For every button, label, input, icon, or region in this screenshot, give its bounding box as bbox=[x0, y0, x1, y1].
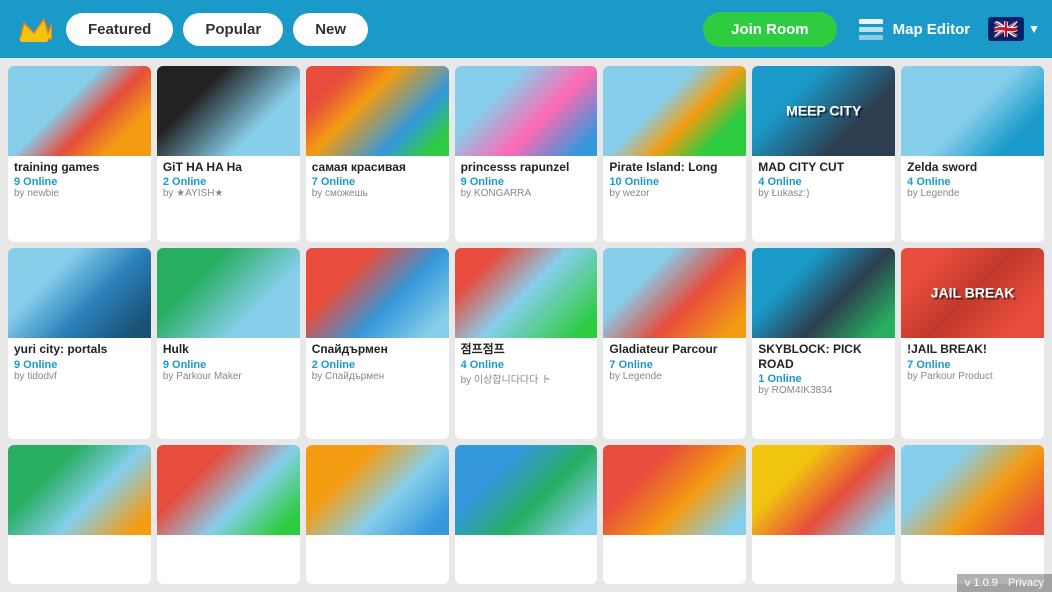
game-online-count: 1 Online bbox=[758, 373, 889, 385]
game-card[interactable]: training games 9 Onlineby newbie bbox=[8, 66, 151, 242]
game-card[interactable]: 점프점프 4 Onlineby 이상합니다다다 ト bbox=[455, 248, 598, 439]
game-card[interactable] bbox=[752, 445, 895, 584]
game-card[interactable]: MEEP CITY MAD CITY CUT 4 Onlineby Łukasz:) bbox=[752, 66, 895, 242]
game-title: training games bbox=[14, 160, 145, 174]
game-card[interactable]: yuri city: portals 9 Onlineby tidodvf bbox=[8, 248, 151, 439]
game-card[interactable]: SKYBLOCK: PICK ROAD 1 Onlineby ROM4IK3834 bbox=[752, 248, 895, 439]
popular-button[interactable]: Popular bbox=[183, 13, 283, 46]
language-button[interactable]: 🇬🇧 ▼ bbox=[988, 17, 1040, 41]
game-online-count: 4 Online bbox=[758, 176, 889, 188]
game-online-count: 2 Online bbox=[312, 359, 443, 371]
game-online-count: 2 Online bbox=[163, 176, 294, 188]
game-author: by Parkour Maker bbox=[163, 371, 294, 382]
game-author: by Legende bbox=[907, 188, 1038, 199]
game-title: SKYBLOCK: PICK ROAD bbox=[758, 342, 889, 371]
game-online-count: 9 Online bbox=[163, 359, 294, 371]
game-title: самая красивая bbox=[312, 160, 443, 174]
header: Featured Popular New Join Room Map Edito… bbox=[0, 0, 1052, 58]
game-author: by ★AYISH★ bbox=[163, 188, 294, 199]
game-title: !JAIL BREAK! bbox=[907, 342, 1038, 356]
game-author: by 이상합니다다다 ト bbox=[461, 371, 592, 386]
game-online-count: 4 Online bbox=[907, 176, 1038, 188]
game-title: MAD CITY CUT bbox=[758, 160, 889, 174]
game-author: by Legende bbox=[609, 371, 740, 382]
game-title: Hulk bbox=[163, 342, 294, 356]
game-card[interactable]: GiT HA HA Ha 2 Onlineby ★AYISH★ bbox=[157, 66, 300, 242]
game-title: princesss rapunzel bbox=[461, 160, 592, 174]
game-author: by ROM4IK3834 bbox=[758, 385, 889, 396]
game-card[interactable]: Hulk 9 Onlineby Parkour Maker bbox=[157, 248, 300, 439]
game-card[interactable]: princesss rapunzel 9 Onlineby KONGARRA bbox=[455, 66, 598, 242]
game-author: by tidodvf bbox=[14, 371, 145, 382]
game-online-count: 7 Online bbox=[312, 176, 443, 188]
game-card[interactable] bbox=[901, 445, 1044, 584]
game-author: by wezor bbox=[609, 188, 740, 199]
join-room-button[interactable]: Join Room bbox=[703, 12, 837, 47]
game-title: GiT HA HA Ha bbox=[163, 160, 294, 174]
game-online-count: 9 Online bbox=[14, 176, 145, 188]
chevron-down-icon: ▼ bbox=[1028, 22, 1040, 36]
thumb-overlay-text: JAIL BREAK bbox=[931, 286, 1015, 301]
game-card[interactable] bbox=[603, 445, 746, 584]
game-title: Zelda sword bbox=[907, 160, 1038, 174]
game-author: by KONGARRA bbox=[461, 188, 592, 199]
footer: v 1.0.9 Privacy bbox=[957, 574, 1052, 592]
game-online-count: 7 Online bbox=[609, 359, 740, 371]
game-card[interactable]: Pirate Island: Long 10 Onlineby wezor bbox=[603, 66, 746, 242]
game-card[interactable] bbox=[455, 445, 598, 584]
game-title: yuri city: portals bbox=[14, 342, 145, 356]
game-author: by Łukasz:) bbox=[758, 188, 889, 199]
game-card[interactable] bbox=[8, 445, 151, 584]
game-online-count: 7 Online bbox=[907, 359, 1038, 371]
game-online-count: 10 Online bbox=[609, 176, 740, 188]
privacy-link[interactable]: Privacy bbox=[1008, 577, 1044, 589]
game-author: by сможешь bbox=[312, 188, 443, 199]
map-editor-area[interactable]: Map Editor bbox=[857, 15, 971, 43]
game-card[interactable] bbox=[306, 445, 449, 584]
game-title: 점프점프 bbox=[461, 342, 592, 356]
game-card[interactable]: Zelda sword 4 Onlineby Legende bbox=[901, 66, 1044, 242]
game-title: Pirate Island: Long bbox=[609, 160, 740, 174]
game-title: Gladiateur Parcour bbox=[609, 342, 740, 356]
game-online-count: 4 Online bbox=[461, 359, 592, 371]
game-card[interactable]: Спайдърмен 2 Onlineby Спайдърмен bbox=[306, 248, 449, 439]
game-online-count: 9 Online bbox=[461, 176, 592, 188]
map-editor-icon bbox=[857, 15, 885, 43]
game-author: by Спайдърмен bbox=[312, 371, 443, 382]
uk-flag-icon: 🇬🇧 bbox=[988, 17, 1024, 41]
game-grid: training games9 Onlineby newbieGiT HA HA… bbox=[0, 58, 1052, 592]
version-label: v 1.0.9 bbox=[965, 577, 998, 589]
thumb-overlay-text: MEEP CITY bbox=[786, 103, 861, 118]
featured-button[interactable]: Featured bbox=[66, 13, 173, 46]
game-author: by newbie bbox=[14, 188, 145, 199]
game-title: Спайдърмен bbox=[312, 342, 443, 356]
game-card[interactable]: JAIL BREAK !JAIL BREAK! 7 Onlineby Parkour… bbox=[901, 248, 1044, 439]
new-button[interactable]: New bbox=[293, 13, 368, 46]
game-card[interactable] bbox=[157, 445, 300, 584]
game-online-count: 9 Online bbox=[14, 359, 145, 371]
game-card[interactable]: Gladiateur Parcour 7 Onlineby Legende bbox=[603, 248, 746, 439]
game-card[interactable]: самая красивая 7 Onlineby сможешь bbox=[306, 66, 449, 242]
map-editor-label: Map Editor bbox=[893, 21, 971, 38]
game-author: by Parkour Product bbox=[907, 371, 1038, 382]
crown-icon[interactable] bbox=[12, 7, 56, 51]
